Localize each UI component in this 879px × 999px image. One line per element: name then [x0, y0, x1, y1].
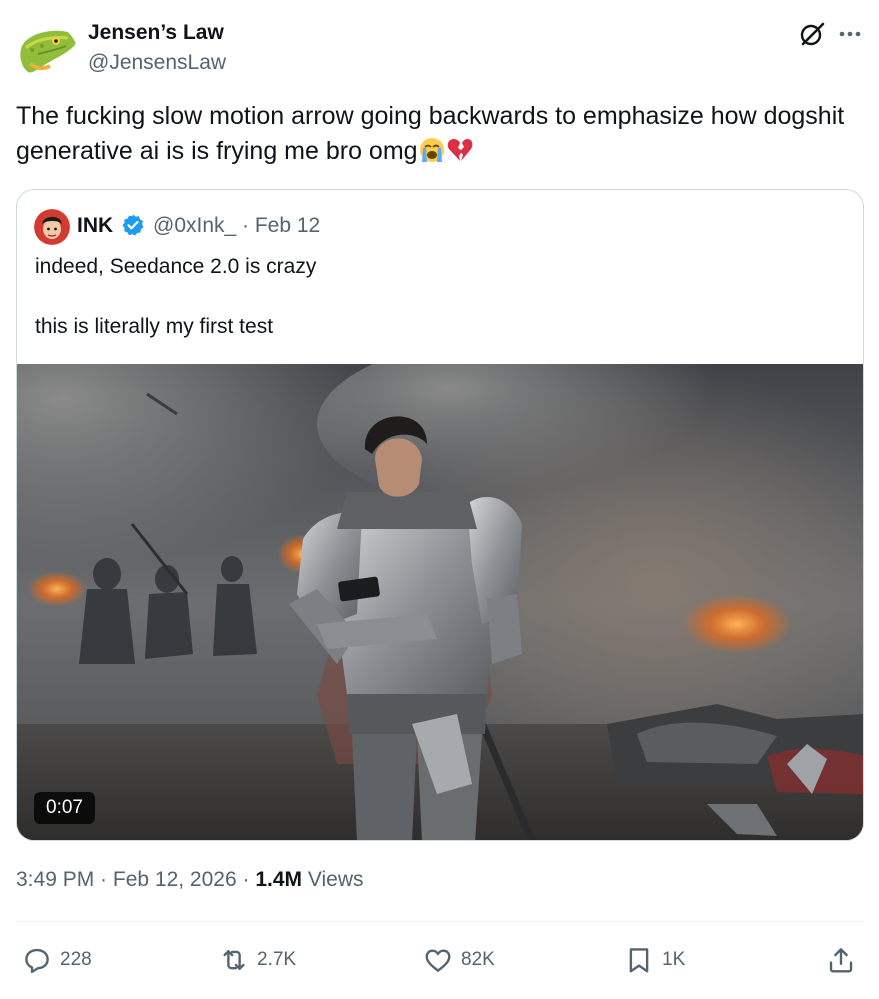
like-button[interactable]: 82K	[423, 942, 495, 978]
views-label: Views	[307, 868, 364, 891]
post-text: The fucking slow motion arrow going back…	[16, 99, 846, 169]
quoted-post[interactable]: INK @0xInk_ · Feb 12 indeed, Seedance 2.…	[16, 189, 864, 841]
share-button[interactable]	[826, 942, 856, 978]
repost-button[interactable]: 2.7K	[219, 942, 296, 978]
like-count: 82K	[461, 949, 495, 970]
post-header: Jensen’s Law @JensensLaw	[16, 16, 866, 86]
repost-icon	[223, 950, 245, 970]
divider	[16, 921, 864, 922]
action-bar: 228 2.7K 82K 1K	[16, 942, 864, 978]
quoted-text-line-2: this is literally my first test	[35, 315, 274, 338]
like-icon	[425, 949, 451, 972]
quoted-author-name[interactable]: INK	[77, 214, 113, 238]
repost-count: 2.7K	[257, 949, 297, 970]
views-count: 1.4M	[255, 868, 302, 891]
post-meta: 3:49 PM · Feb 12, 2026 · 1.4M Views	[16, 868, 363, 892]
quoted-text-line-1: indeed, Seedance 2.0 is crazy	[35, 255, 317, 278]
reply-button[interactable]: 228	[22, 942, 92, 978]
author-name[interactable]: Jensen’s Law	[88, 21, 224, 45]
more-icon[interactable]	[834, 18, 866, 50]
video-thumbnail	[17, 364, 863, 840]
author-avatar[interactable]	[16, 24, 78, 86]
video-player[interactable]: 0:07	[17, 364, 863, 840]
reply-icon	[25, 948, 49, 974]
video-duration: 0:07	[34, 792, 95, 824]
broken-heart-icon	[446, 136, 474, 164]
post-timestamp[interactable]: 3:49 PM · Feb 12, 2026	[16, 868, 237, 891]
quoted-author-avatar[interactable]	[34, 209, 70, 245]
verified-badge-icon	[121, 213, 145, 237]
share-icon	[829, 948, 853, 973]
bookmark-count: 1K	[662, 949, 686, 970]
bookmark-icon	[629, 948, 649, 973]
author-handle[interactable]: @JensensLaw	[88, 51, 226, 75]
reply-count: 228	[60, 949, 92, 970]
quoted-handle-date[interactable]: @0xInk_ · Feb 12	[153, 214, 320, 238]
quoted-text: indeed, Seedance 2.0 is crazy this is li…	[35, 252, 845, 342]
loudly-crying-face-icon	[418, 136, 446, 164]
meta-separator: ·	[236, 868, 256, 891]
bookmark-button[interactable]: 1K	[624, 942, 685, 978]
grok-icon[interactable]	[796, 18, 828, 50]
